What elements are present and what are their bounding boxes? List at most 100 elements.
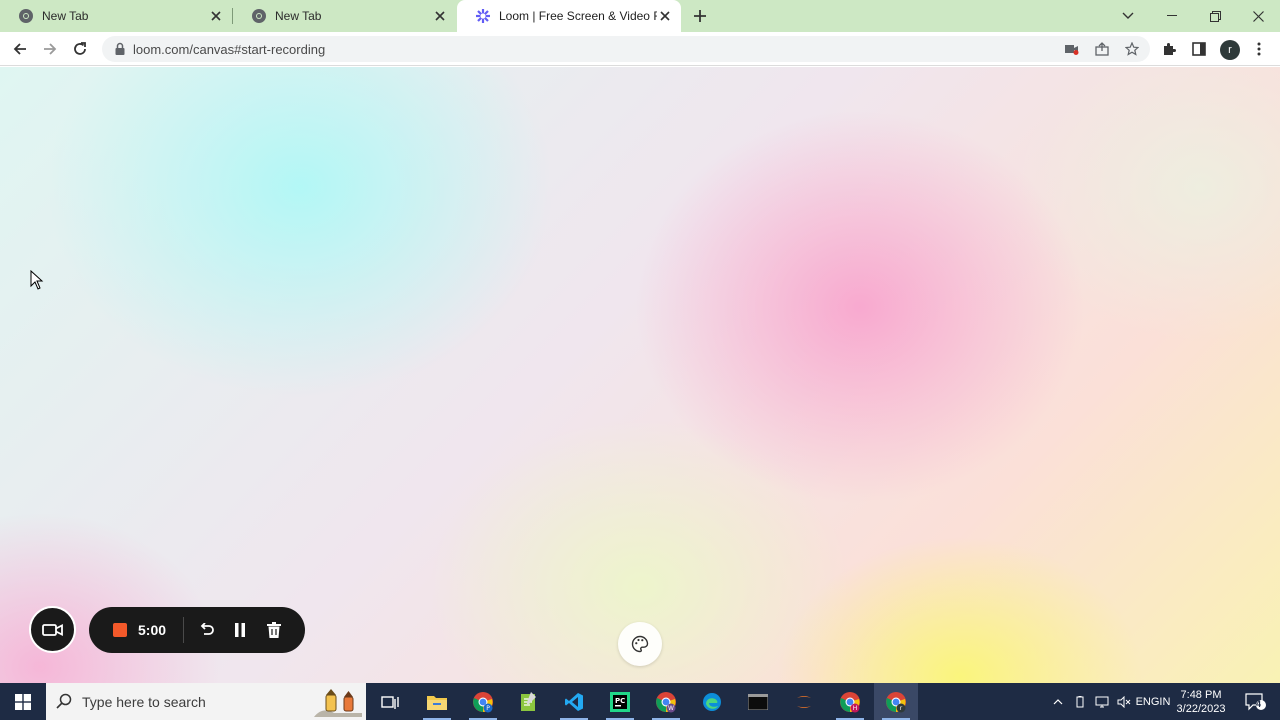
svg-text:PC: PC: [615, 697, 625, 705]
terminal-icon: [748, 693, 768, 710]
region-code: IN: [1159, 695, 1171, 708]
notepad-button[interactable]: [506, 683, 550, 720]
lock-icon: [115, 42, 125, 55]
chrome-profile-r-button[interactable]: r: [874, 683, 918, 720]
network-icon: [1095, 696, 1109, 707]
tab-title: Loom | Free Screen & Video Recording: [499, 9, 657, 23]
notification-count: 4: [1256, 699, 1262, 709]
trash-icon: [267, 622, 281, 638]
divider: [183, 617, 184, 643]
tab-title: New Tab: [275, 9, 322, 23]
chevron-down-icon: [1122, 12, 1134, 19]
search-icon: [56, 693, 72, 709]
tab-close-icon[interactable]: [432, 8, 448, 24]
tab-strip: New Tab New Tab Loom | Free Screen & Vid…: [0, 0, 1280, 32]
jupyter-icon: [797, 695, 811, 708]
pause-icon: [235, 623, 245, 637]
profile-avatar[interactable]: r: [1220, 40, 1240, 60]
pycharm-icon: PC: [610, 691, 630, 712]
chrome-icon: [19, 9, 33, 23]
stop-recording-button[interactable]: [113, 623, 127, 637]
tab-loom[interactable]: Loom | Free Screen & Video Recording: [457, 0, 681, 32]
restart-button[interactable]: [197, 620, 217, 640]
tab-close-icon[interactable]: [657, 8, 673, 24]
loom-canvas: [0, 67, 1280, 683]
tab-search-button[interactable]: [1106, 0, 1150, 32]
jupyter-button[interactable]: [782, 683, 826, 720]
svg-text:H: H: [853, 705, 858, 712]
recording-control-bar: 5:00: [89, 607, 305, 653]
extensions-button[interactable]: [1157, 37, 1181, 61]
url-text: loom.com/canvas#start-recording: [133, 42, 326, 57]
meet-now-button[interactable]: [1070, 683, 1090, 720]
undo-icon: [200, 623, 214, 635]
battery-icon: [1076, 695, 1084, 707]
clock-date: 3/22/2023: [1176, 702, 1226, 715]
arrow-right-icon: [44, 43, 57, 55]
side-panel-button[interactable]: [1187, 37, 1211, 61]
file-explorer-icon: [427, 695, 447, 710]
loom-icon: [476, 9, 490, 23]
clock-time: 7:48 PM: [1180, 688, 1222, 701]
minimize-button[interactable]: [1150, 0, 1194, 32]
svg-text:P: P: [486, 705, 490, 712]
edge-icon: [703, 692, 721, 711]
canvas-theme-button[interactable]: [618, 622, 662, 666]
chrome-icon: W: [656, 691, 676, 712]
back-button[interactable]: [8, 37, 32, 61]
chrome-profile-w-button[interactable]: W: [644, 683, 688, 720]
tab-new-tab-1[interactable]: New Tab: [0, 0, 232, 32]
more-vertical-icon: [1257, 42, 1261, 56]
pause-button[interactable]: [230, 620, 250, 640]
close-window-button[interactable]: [1236, 0, 1280, 32]
side-panel-icon: [1192, 42, 1206, 56]
camera-blocked-icon[interactable]: [1064, 41, 1080, 57]
language-code: ENG: [1135, 695, 1160, 708]
tab-close-icon[interactable]: [208, 8, 224, 24]
notepad-icon: [521, 691, 536, 711]
chrome-icon: r: [886, 691, 906, 712]
file-explorer-button[interactable]: [415, 683, 459, 720]
terminal-button[interactable]: [736, 683, 780, 720]
restore-icon: [1209, 10, 1221, 22]
search-placeholder: Type here to search: [82, 694, 206, 710]
tab-title: New Tab: [42, 9, 89, 23]
speaker-muted-icon: [1117, 695, 1131, 708]
camera-toggle-button[interactable]: [29, 606, 76, 653]
delete-recording-button[interactable]: [264, 620, 284, 640]
reload-icon: [74, 42, 86, 55]
taskbar-search-box[interactable]: Type here to search: [46, 683, 366, 720]
reload-button[interactable]: [68, 37, 92, 61]
show-hidden-icons-button[interactable]: [1048, 683, 1068, 720]
task-view-button[interactable]: [368, 683, 412, 720]
start-button[interactable]: [4, 683, 42, 720]
notification-center-button[interactable]: 4: [1236, 683, 1276, 720]
close-icon: [1252, 10, 1264, 22]
address-bar[interactable]: loom.com/canvas#start-recording: [102, 36, 1150, 62]
chrome-profile-p-button[interactable]: P: [461, 683, 505, 720]
language-indicator[interactable]: ENG IN: [1135, 683, 1171, 720]
windows-taskbar: Type here to search P PC W H r ENG IN 7:…: [0, 683, 1280, 720]
chrome-profile-h-button[interactable]: H: [828, 683, 872, 720]
tab-new-tab-2[interactable]: New Tab: [233, 0, 456, 32]
mouse-cursor-icon: [30, 270, 44, 290]
chrome-icon: H: [840, 691, 860, 712]
forward-button[interactable]: [38, 37, 62, 61]
pycharm-button[interactable]: PC: [598, 683, 642, 720]
clock[interactable]: 7:48 PM 3/22/2023: [1170, 683, 1232, 720]
restore-button[interactable]: [1193, 0, 1237, 32]
menu-button[interactable]: [1247, 37, 1271, 61]
edge-button[interactable]: [690, 683, 734, 720]
new-tab-button[interactable]: [690, 6, 710, 26]
task-view-icon: [381, 695, 399, 709]
chevron-up-icon: [1053, 698, 1063, 704]
bookmark-star-icon[interactable]: [1124, 41, 1140, 57]
network-button[interactable]: [1092, 683, 1112, 720]
svg-text:W: W: [668, 705, 674, 712]
chrome-icon: [252, 9, 266, 23]
chrome-icon: P: [473, 691, 493, 712]
vscode-button[interactable]: [552, 683, 596, 720]
volume-button[interactable]: [1114, 683, 1134, 720]
palette-icon: [631, 635, 649, 653]
share-icon[interactable]: [1094, 41, 1110, 57]
